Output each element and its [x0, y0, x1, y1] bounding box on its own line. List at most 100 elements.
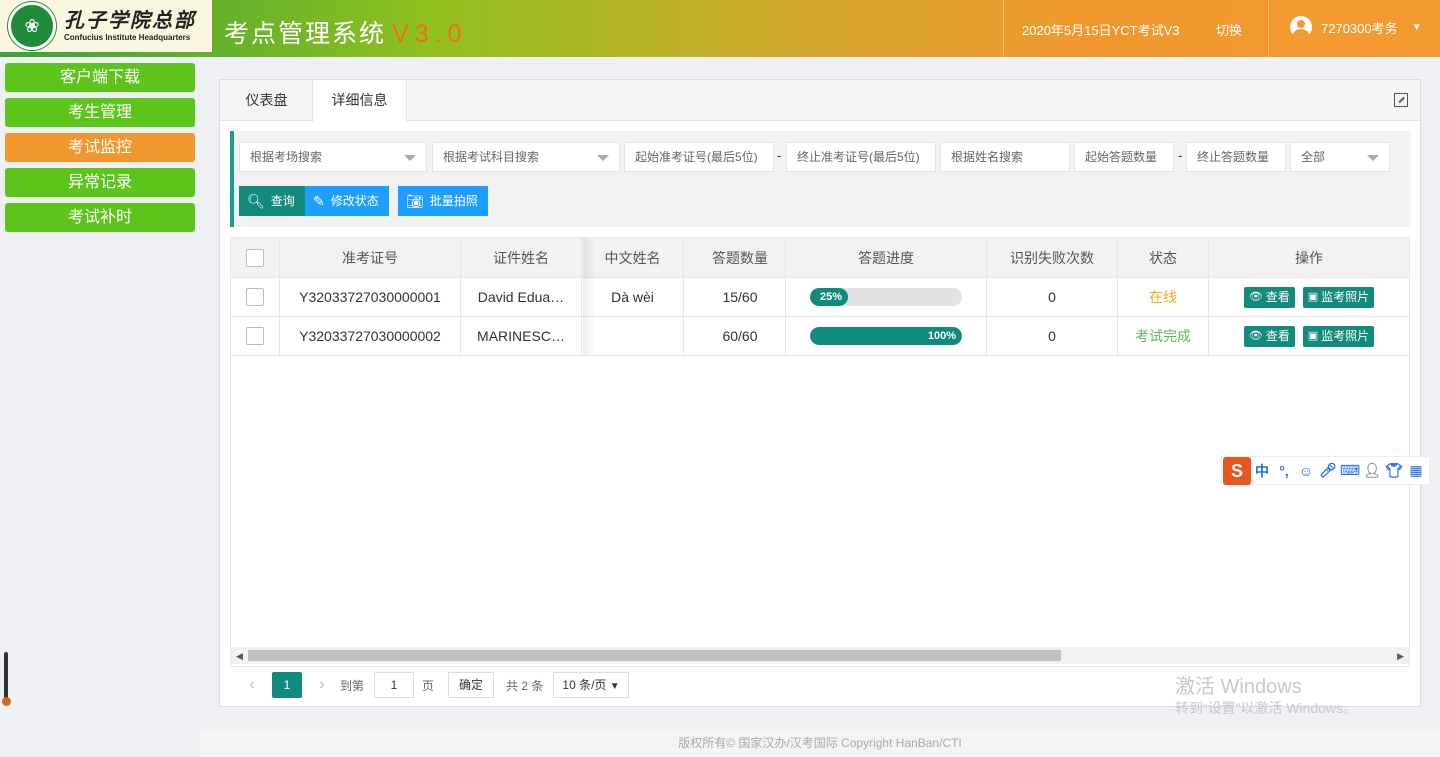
keyboard-icon[interactable]: ⌨ [1339, 462, 1361, 479]
modify-status-button[interactable]: ✎ 修改状态 [305, 186, 389, 216]
exam-room-select[interactable]: 根据考场搜索 [239, 142, 427, 172]
sidebar-item-exception-records[interactable]: 异常记录 [5, 168, 195, 197]
col-header-doc-name[interactable]: 证件姓名 [461, 238, 582, 277]
ime-chinese-mode[interactable]: 中 [1251, 461, 1273, 481]
fullscreen-icon[interactable] [1394, 93, 1408, 107]
status-select[interactable]: 全部 [1290, 142, 1390, 172]
sidebar-item-extra-time[interactable]: 考试补时 [5, 203, 195, 232]
progress-fill: 25% [810, 288, 848, 306]
scroll-left-icon[interactable]: ◀ [236, 651, 243, 662]
row-select-cell [231, 278, 280, 316]
sidebar-item-candidate-management[interactable]: 考生管理 [5, 98, 195, 127]
candidate-table: 准考证号 证件姓名 中文姓名 答题数量 答题进度 识别失败次数 状态 操作 Y3… [230, 237, 1410, 667]
chevron-down-icon: ▼ [1411, 21, 1422, 33]
page-number-input[interactable]: 1 [374, 672, 415, 698]
proctor-photo-button[interactable]: ▣ 监考照片 [1302, 325, 1375, 347]
sidebar-item-exam-monitoring[interactable]: 考试监控 [5, 133, 195, 162]
logo: ❀ 孔子学院总部 Confucius Institute Headquarter… [0, 0, 212, 52]
col-header-status[interactable]: 状态 [1118, 238, 1209, 277]
cell-status: 在线 [1118, 278, 1209, 316]
range-separator: - [777, 148, 782, 163]
range-separator: - [1178, 148, 1183, 163]
header-divider [1003, 0, 1004, 57]
table-row: Y32033727030000001 David Edua… Dà wèi 15… [231, 278, 1409, 317]
select-all-checkbox[interactable] [246, 248, 264, 267]
ime-punctuation-icon[interactable]: °, [1273, 463, 1295, 479]
sidebar: 客户端下载 考生管理 考试监控 异常记录 考试补时 [0, 57, 200, 757]
view-label: 查看 [1265, 289, 1290, 304]
col-header-fail[interactable]: 识别失败次数 [987, 238, 1118, 277]
dropdown-arrow-icon [1367, 155, 1379, 161]
ime-toolbar: S 中 °, ☺ 🎤︎ ⌨ 👤︎ 👕︎ ▦ [1221, 456, 1430, 485]
tab-bar: 仪表盘 详细信息 [220, 80, 1420, 122]
scrollbar-thumb[interactable] [248, 650, 1061, 661]
tab-dashboard[interactable]: 仪表盘 [220, 80, 313, 121]
row-checkbox[interactable] [246, 288, 264, 306]
select-all-cell [231, 238, 280, 277]
switch-exam-link[interactable]: 切换 [1216, 20, 1242, 39]
row-select-cell [231, 317, 280, 355]
emoji-icon[interactable]: ☺ [1295, 463, 1317, 479]
goto-label: 到第 [340, 678, 365, 693]
end-id-input[interactable]: 终止准考证号(最后5位) [786, 142, 936, 172]
user-voice-icon[interactable]: 👤︎ [1361, 462, 1383, 479]
col-header-cn-name[interactable]: 中文姓名 [582, 238, 684, 277]
start-id-input[interactable]: 起始准考证号(最后5位) [624, 142, 774, 172]
image-icon: ▣ [1307, 329, 1319, 342]
view-label: 查看 [1265, 328, 1290, 343]
current-exam-name: 2020年5月15日YCT考试V3 [1022, 23, 1180, 38]
sogou-logo-icon[interactable]: S [1223, 456, 1251, 485]
batch-photo-label: 批量拍照 [429, 194, 478, 208]
app-version: V3.0 [392, 20, 468, 48]
exam-room-placeholder: 根据考场搜索 [250, 150, 323, 164]
next-page-icon[interactable]: › [310, 676, 334, 694]
prev-page-icon[interactable]: ‹ [240, 676, 264, 694]
name-search-input[interactable]: 根据姓名搜索 [940, 142, 1070, 172]
end-count-input[interactable]: 终止答题数量 [1186, 142, 1286, 172]
row-checkbox[interactable] [246, 327, 264, 345]
logo-emblem-icon: ❀ [8, 2, 56, 50]
batch-photo-button[interactable]: 📷︎ 批量拍照 [398, 186, 488, 216]
cell-doc-name: MARINESC… [461, 317, 582, 355]
proctor-photo-button[interactable]: ▣ 监考照片 [1302, 286, 1375, 308]
table-header: 准考证号 证件姓名 中文姓名 答题数量 答题进度 识别失败次数 状态 操作 [231, 238, 1409, 278]
header-divider [1268, 0, 1269, 57]
progress-bar: 100% [810, 327, 962, 345]
cell-status: 考试完成 [1118, 317, 1209, 355]
thermometer-icon [2, 652, 11, 708]
filter-bar: 根据考场搜索 根据考试科目搜索 起始准考证号(最后5位) - 终止准考证号(最后… [230, 131, 1411, 227]
top-header: ❀ 孔子学院总部 Confucius Institute Headquarter… [0, 0, 1440, 57]
sidebar-item-client-download[interactable]: 客户端下载 [5, 63, 195, 92]
microphone-icon[interactable]: 🎤︎ [1317, 462, 1339, 479]
page-size-select[interactable]: 10 条/页 ▼ [553, 672, 629, 698]
cell-count: 60/60 [695, 317, 786, 355]
status-select-value: 全部 [1301, 150, 1326, 164]
tab-details[interactable]: 详细信息 [312, 80, 407, 122]
query-button[interactable]: 🔍︎ 查询 [239, 186, 305, 216]
cell-cn-name [582, 317, 684, 355]
cell-progress: 100% [786, 317, 987, 355]
col-header-id[interactable]: 准考证号 [280, 238, 461, 277]
cell-doc-name: David Edua… [461, 278, 582, 316]
dropdown-arrow-icon [597, 155, 609, 161]
proctor-photo-label: 监考照片 [1321, 328, 1370, 343]
scroll-right-icon[interactable]: ▶ [1397, 651, 1404, 662]
cell-id: Y32033727030000001 [280, 278, 461, 316]
toolbox-grid-icon[interactable]: ▦ [1405, 462, 1427, 479]
windows-activation-hint: 转到“设置”以激活 Windows。 [1175, 700, 1358, 716]
subject-select[interactable]: 根据考试科目搜索 [432, 142, 620, 172]
view-button[interactable]: 👁︎ 查看 [1243, 325, 1295, 347]
cell-fail-count: 0 [987, 278, 1118, 316]
goto-confirm-button[interactable]: 确定 [448, 672, 495, 698]
query-label: 查询 [270, 194, 295, 208]
col-header-count[interactable]: 答题数量 [695, 238, 786, 277]
image-icon: ▣ [1307, 290, 1319, 303]
cell-id: Y32033727030000002 [280, 317, 461, 355]
skin-shirt-icon[interactable]: 👕︎ [1383, 462, 1405, 479]
current-page[interactable]: 1 [272, 672, 302, 698]
col-header-progress[interactable]: 答题进度 [786, 238, 987, 277]
start-count-input[interactable]: 起始答题数量 [1074, 142, 1174, 172]
horizontal-scrollbar[interactable]: ◀ ▶ [231, 647, 1409, 664]
user-menu[interactable]: 7270300考务 ▼ [1290, 16, 1422, 38]
view-button[interactable]: 👁︎ 查看 [1243, 286, 1295, 308]
